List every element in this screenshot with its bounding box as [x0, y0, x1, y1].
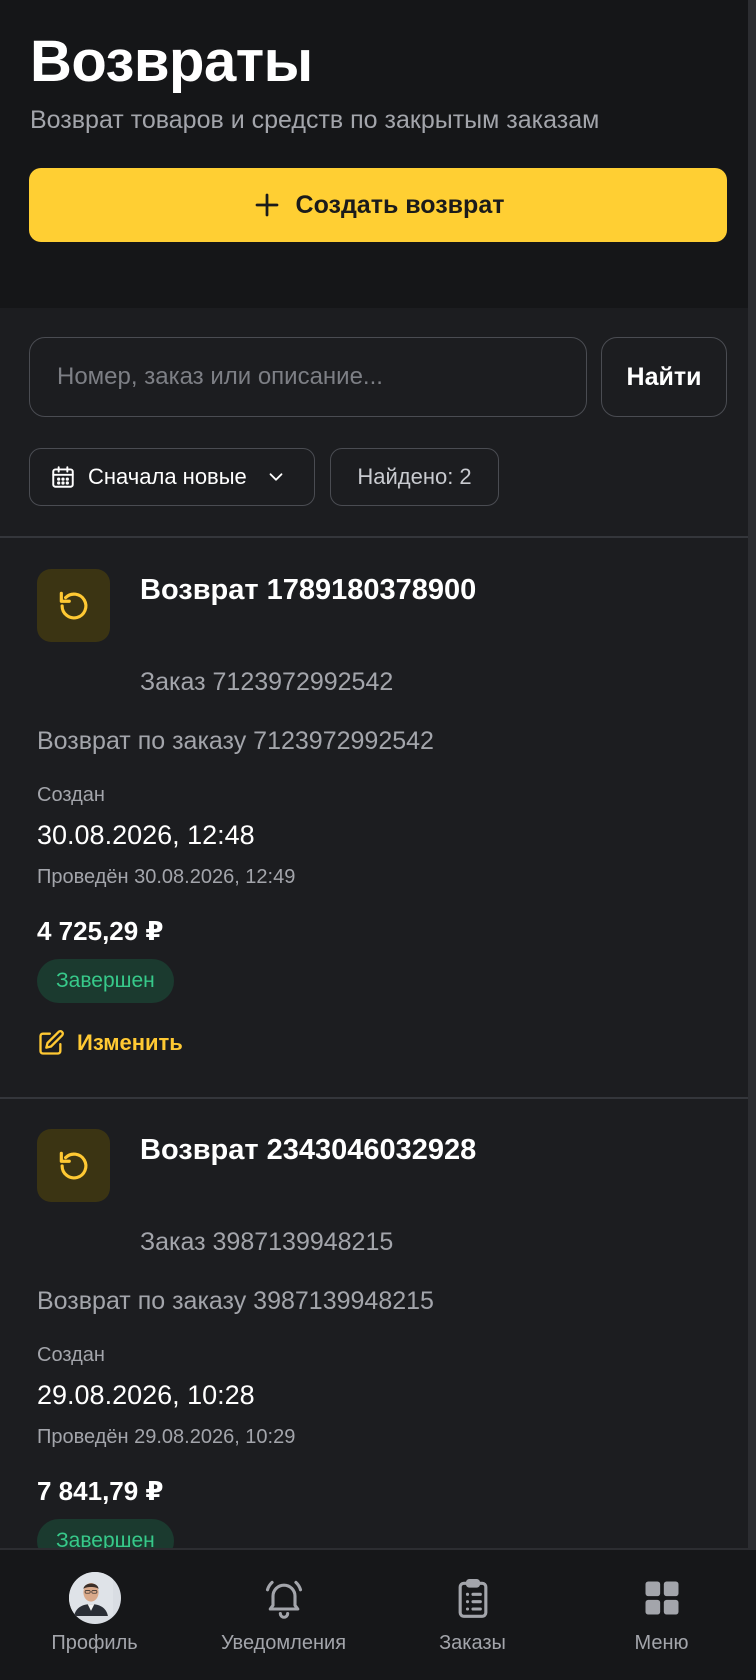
clipboard-icon: [447, 1572, 499, 1624]
processed-date: Проведён 30.08.2026, 12:49: [37, 866, 296, 888]
return-icon: [37, 569, 110, 642]
return-card[interactable]: Возврат 1789180378900 Заказ 712397299254…: [0, 538, 748, 1096]
avatar: [68, 1572, 121, 1624]
bottom-navigation: Профиль Уведомления Заказы Меню: [0, 1548, 756, 1680]
create-return-label: Создать возврат: [295, 190, 505, 219]
nav-item-profile[interactable]: Профиль: [5, 1572, 185, 1655]
grid-icon: [636, 1572, 688, 1624]
sort-label: Сначала новые: [88, 464, 247, 489]
results-count-badge: Найдено: 2: [330, 448, 499, 506]
created-label: Создан: [37, 784, 105, 806]
edit-return-button[interactable]: Изменить: [37, 1029, 183, 1057]
scrollbar[interactable]: [748, 0, 756, 1548]
bell-icon: [258, 1572, 310, 1624]
return-description: Возврат по заказу 3987139948215: [37, 1287, 434, 1315]
returns-screen: Возвраты Возврат товаров и средств по за…: [0, 0, 756, 1680]
created-label: Создан: [37, 1344, 105, 1366]
search-button[interactable]: Найти: [601, 337, 727, 417]
return-title: Возврат 1789180378900: [140, 574, 477, 606]
sort-dropdown[interactable]: Сначала новые: [29, 448, 315, 506]
return-icon: [37, 1129, 110, 1202]
nav-label-profile: Профиль: [51, 1632, 138, 1654]
edit-icon: [39, 1030, 64, 1055]
processed-date: Проведён 29.08.2026, 10:29: [37, 1426, 296, 1448]
create-return-button[interactable]: Создать возврат: [29, 168, 727, 242]
chevron-down-icon: [269, 473, 283, 481]
nav-item-notifications[interactable]: Уведомления: [194, 1572, 374, 1655]
return-title: Возврат 2343046032928: [140, 1134, 477, 1166]
plus-icon: [255, 193, 278, 217]
page-header: Возвраты Возврат товаров и средств по за…: [0, 0, 748, 308]
return-description: Возврат по заказу 7123972992542: [37, 727, 434, 755]
return-amount: 7 841,79 ₽: [37, 1476, 164, 1506]
nav-label-orders: Заказы: [439, 1632, 506, 1654]
return-amount: 4 725,29 ₽: [37, 916, 164, 946]
return-order: Заказ 7123972992542: [140, 668, 394, 696]
calendar-icon: [52, 466, 74, 488]
nav-label-menu: Меню: [634, 1632, 689, 1654]
page-title: Возвраты: [30, 29, 313, 94]
nav-label-notifications: Уведомления: [220, 1632, 347, 1654]
return-card[interactable]: Возврат 2343046032928 Заказ 398713994821…: [0, 1099, 748, 1563]
search-input[interactable]: [29, 337, 587, 417]
nav-item-orders[interactable]: Заказы: [383, 1572, 563, 1655]
created-value: 30.08.2026, 12:48: [37, 820, 255, 850]
return-order: Заказ 3987139948215: [140, 1228, 394, 1256]
status-badge: Завершен: [37, 959, 174, 1003]
nav-item-menu[interactable]: Меню: [572, 1572, 752, 1655]
page-subtitle: Возврат товаров и средств по закрытым за…: [30, 106, 600, 134]
edit-label: Изменить: [77, 1030, 183, 1055]
created-value: 29.08.2026, 10:28: [37, 1380, 255, 1410]
